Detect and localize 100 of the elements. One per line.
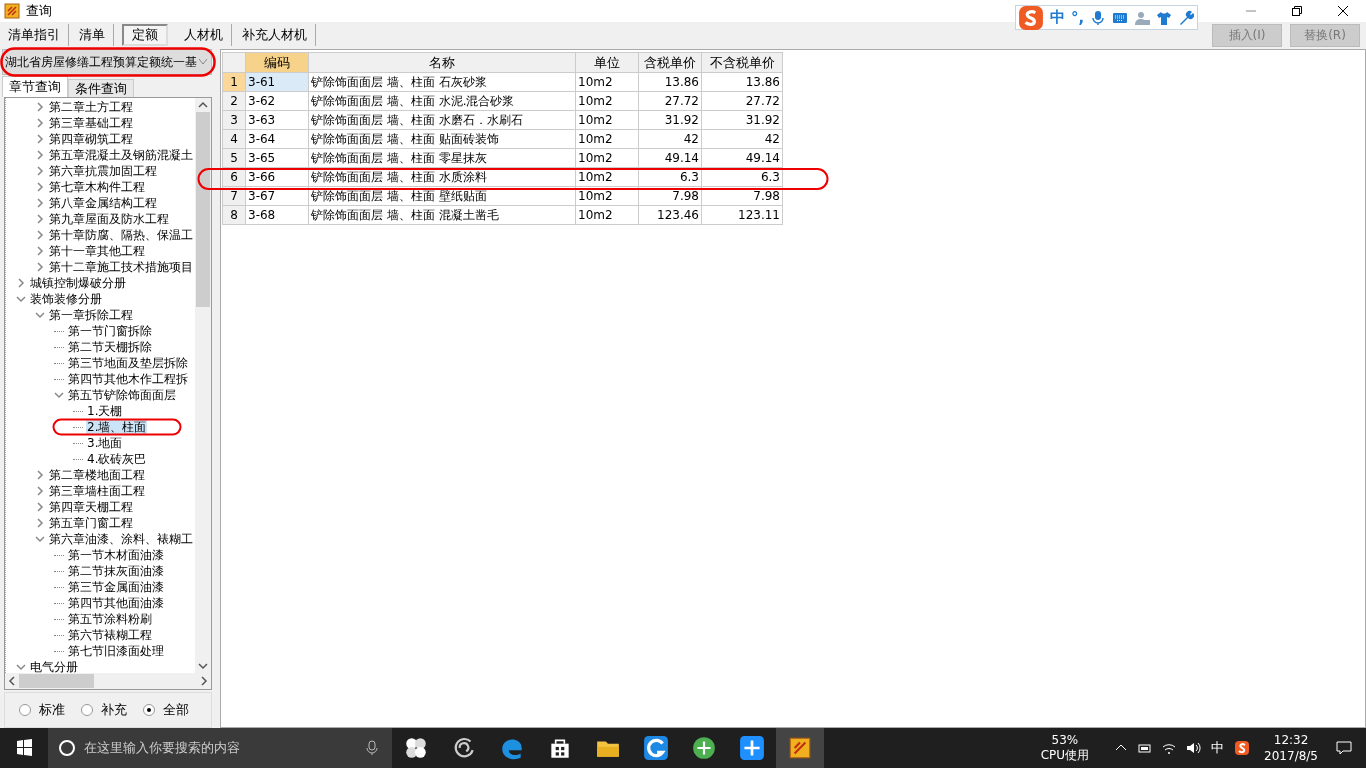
horizontal-scrollbar[interactable] (5, 673, 211, 689)
shirt-icon[interactable] (1156, 9, 1173, 26)
expander-icon[interactable] (16, 294, 26, 304)
radio-button[interactable] (19, 704, 31, 716)
table-cell: 3-65 (245, 148, 309, 168)
wrench-icon[interactable] (1178, 9, 1195, 26)
tree-item[interactable]: 装饰装修分册 (29, 291, 103, 307)
tree-item[interactable]: 第十章防腐、隔热、保温工 (48, 227, 194, 243)
tree-item[interactable]: 第一节门窗拆除 (67, 323, 153, 339)
tree-item[interactable]: 1.天棚 (86, 403, 124, 419)
quota-book-dropdown[interactable]: 湖北省房屋修缮工程预算定额统一基 (2, 49, 212, 75)
table-cell: 27.72 (638, 91, 702, 111)
tree-item[interactable]: 第二章土方工程 (48, 99, 134, 115)
radio-label[interactable]: 标准 (39, 701, 65, 719)
tree-item[interactable]: 第四节其他面油漆 (67, 595, 165, 611)
radio-button[interactable] (81, 704, 93, 716)
volume-icon[interactable] (1185, 740, 1202, 756)
tree-item[interactable]: 第四章砌筑工程 (48, 131, 134, 147)
column-header[interactable]: 编码 (245, 52, 309, 73)
tree-item[interactable]: 第五章门窗工程 (48, 515, 134, 531)
clock-time[interactable]: 12:32 (1273, 732, 1309, 748)
tab[interactable]: 清单 (71, 24, 114, 46)
expander-icon[interactable] (35, 166, 45, 176)
expander-icon[interactable] (35, 310, 45, 320)
tree-item[interactable]: 第六节裱糊工程 (67, 627, 153, 643)
scroll-thumb[interactable] (196, 112, 210, 307)
tab[interactable]: 补充人材机 (234, 24, 316, 46)
tree-item[interactable]: 第八章金属结构工程 (48, 195, 158, 211)
expander-icon[interactable] (16, 278, 26, 288)
tree-item[interactable]: 第二章楼地面工程 (48, 467, 146, 483)
tree-item[interactable]: 4.砍砖灰巴 (86, 451, 148, 467)
expander-icon[interactable] (35, 118, 45, 128)
tree-item[interactable]: 第五章混凝土及钢筋混凝土 (48, 147, 194, 163)
clock-date[interactable]: 2017/8/5 (1264, 748, 1318, 764)
radio-label[interactable]: 补充 (101, 701, 127, 719)
tree-item[interactable]: 第一节木材面油漆 (67, 547, 165, 563)
tree-item[interactable]: 第二节天棚拆除 (67, 339, 153, 355)
expander-icon[interactable] (35, 150, 45, 160)
tab[interactable]: 章节查询 (2, 76, 68, 97)
column-header[interactable]: 单位 (575, 52, 639, 73)
microphone-icon[interactable] (366, 740, 378, 756)
column-header[interactable]: 名称 (308, 52, 576, 73)
tree-item[interactable]: 第六章油漆、涂料、裱糊工 (48, 531, 194, 547)
tree-item[interactable]: 第二节抹灰面油漆 (67, 563, 165, 579)
expander-icon[interactable] (35, 134, 45, 144)
table-cell: 42 (701, 129, 783, 149)
radio-button[interactable] (143, 704, 155, 716)
expander-icon[interactable] (35, 214, 45, 224)
tree-item[interactable]: 城镇控制爆破分册 (29, 275, 127, 291)
microphone-icon[interactable] (1090, 9, 1107, 26)
tree-item[interactable]: 第七节旧漆面处理 (67, 643, 165, 659)
tree-item[interactable]: 第五节涂料粉刷 (67, 611, 153, 627)
tree-item[interactable]: 第七章木构件工程 (48, 179, 146, 195)
tab[interactable]: 人材机 (176, 24, 232, 46)
tree-item[interactable]: 第四章天棚工程 (48, 499, 134, 515)
expander-icon[interactable] (35, 262, 45, 272)
expander-icon[interactable] (35, 470, 45, 480)
tree-item[interactable]: 第四节其他木作工程拆 (67, 371, 189, 387)
tree-item[interactable]: 第三节地面及垫层拆除 (67, 355, 189, 371)
ime-mode[interactable]: 中 (1050, 8, 1065, 27)
column-header[interactable]: 含税单价 (638, 52, 702, 73)
tree-item[interactable]: 第十二章施工技术措施项目 (48, 259, 194, 275)
expander-icon[interactable] (35, 246, 45, 256)
notification-icon[interactable] (1336, 740, 1352, 756)
expander-icon[interactable] (16, 662, 26, 672)
tree-item[interactable]: 第五节铲除饰面面层 (67, 387, 177, 403)
tree-item[interactable]: 第三章基础工程 (48, 115, 134, 131)
tree-item[interactable]: 第六章抗震加固工程 (48, 163, 158, 179)
punctuation-mode[interactable]: °, (1071, 8, 1085, 27)
tree-item[interactable]: 第三章墙柱面工程 (48, 483, 146, 499)
radio-label[interactable]: 全部 (163, 701, 189, 719)
taskbar-search-field[interactable]: 在这里输入你要搜索的内容 (48, 728, 392, 768)
expander-icon[interactable] (35, 502, 45, 512)
expander-icon[interactable] (35, 518, 45, 528)
tree-item[interactable]: 3.地面 (86, 435, 124, 451)
expander-icon[interactable] (35, 534, 45, 544)
expander-icon[interactable] (54, 390, 64, 400)
input-language[interactable]: 中 (1211, 739, 1225, 757)
tree-item[interactable]: 第一章拆除工程 (48, 307, 134, 323)
user-icon[interactable] (1134, 9, 1151, 26)
table-cell: 10m2 (575, 110, 639, 130)
expander-icon[interactable] (35, 230, 45, 240)
tab[interactable]: 定额 (122, 24, 168, 46)
expander-icon[interactable] (35, 486, 45, 496)
expander-icon[interactable] (35, 102, 45, 112)
tree-item[interactable]: 第九章屋面及防水工程 (48, 211, 170, 227)
scroll-thumb[interactable] (19, 674, 94, 688)
table-cell: 10m2 (575, 129, 639, 149)
tab[interactable]: 清单指引 (0, 24, 69, 46)
tree-item[interactable]: 第三节金属面油漆 (67, 579, 165, 595)
expander-icon[interactable] (35, 198, 45, 208)
expander-icon[interactable] (35, 182, 45, 192)
ime-logo-icon[interactable] (1234, 740, 1251, 756)
tree-item[interactable]: 电气分册 (29, 659, 79, 673)
notepad-app-icon[interactable] (776, 728, 824, 768)
vertical-scrollbar[interactable] (195, 98, 211, 673)
tab[interactable]: 条件查询 (68, 79, 134, 97)
table-cell: 31.92 (701, 110, 783, 130)
tree-item[interactable]: 第十一章其他工程 (48, 243, 146, 259)
column-header[interactable]: 不含税单价 (701, 52, 783, 73)
